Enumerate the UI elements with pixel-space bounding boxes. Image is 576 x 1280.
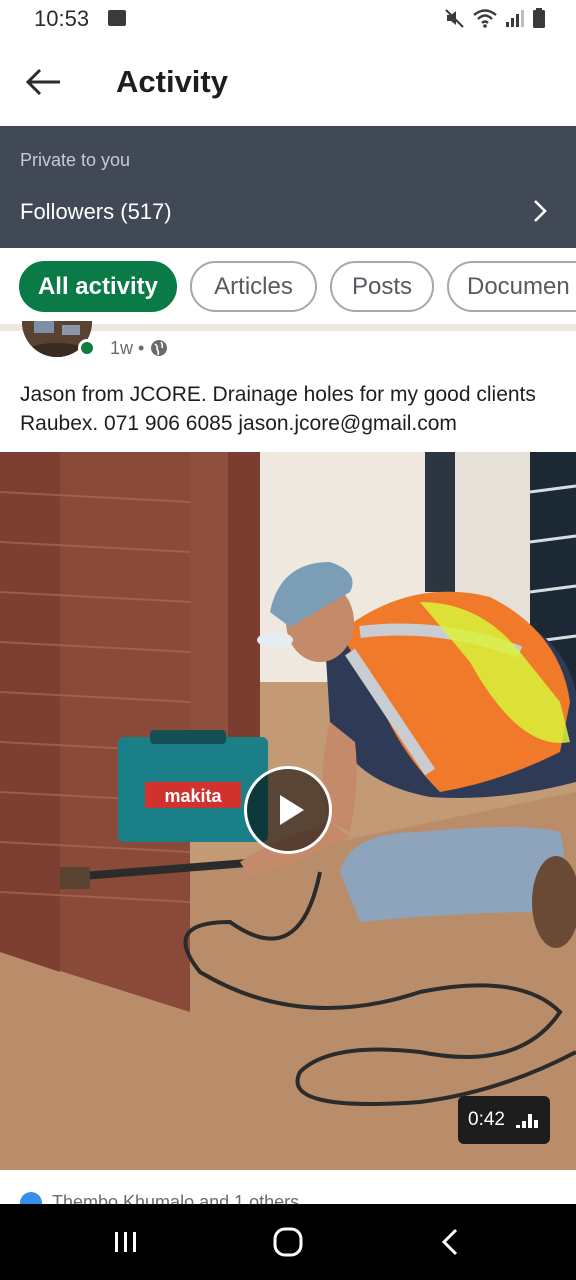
chip-posts[interactable]: Posts — [330, 261, 434, 312]
post-text: Jason from JCORE. Drainage holes for my … — [20, 383, 536, 435]
private-banner: Private to you Followers (517) — [0, 126, 576, 248]
reactions-row[interactable]: Thembo Khumalo and 1 others — [0, 1170, 576, 1204]
home-icon[interactable] — [268, 1222, 308, 1262]
system-nav-bar — [0, 1204, 576, 1280]
recent-apps-icon[interactable] — [106, 1222, 146, 1262]
status-time: 10:53 — [34, 6, 90, 31]
chip-articles[interactable]: Articles — [190, 261, 317, 312]
globe-icon — [151, 340, 167, 356]
wifi-icon — [473, 9, 497, 28]
online-status-dot — [78, 339, 96, 357]
arrow-left-icon[interactable] — [24, 62, 64, 102]
post-video[interactable]: makita 0:42 — [0, 452, 576, 1170]
chip-all-activity[interactable]: All activity — [19, 261, 177, 312]
toolbox-brand: makita — [164, 786, 222, 806]
play-icon — [280, 795, 304, 825]
back-nav-icon[interactable] — [430, 1222, 470, 1262]
followers-row[interactable]: Followers (517) — [0, 190, 576, 234]
page-title: Activity — [116, 64, 228, 99]
status-icons — [444, 6, 546, 30]
app-bar: Activity — [0, 40, 576, 126]
followers-label: Followers (517) — [20, 199, 172, 224]
image-icon — [108, 10, 126, 26]
chevron-right-icon — [534, 200, 547, 222]
status-bar: 10:53 — [0, 0, 576, 40]
mute-icon — [445, 9, 464, 28]
filter-bar: All activity Articles Posts Documen — [0, 248, 576, 326]
like-reaction-icon — [20, 1192, 42, 1204]
post-time: 1w • — [110, 338, 145, 358]
signal-icon — [506, 10, 524, 27]
play-button[interactable] — [244, 766, 332, 854]
volume-bars-icon — [516, 1113, 539, 1128]
chip-documents[interactable]: Documen — [447, 261, 576, 312]
video-duration: 0:42 — [458, 1096, 550, 1144]
reactions-text: Thembo Khumalo and 1 others — [52, 1192, 300, 1204]
private-label: Private to you — [20, 150, 131, 170]
battery-icon — [533, 8, 545, 28]
post-header: 1w • — [0, 321, 576, 371]
